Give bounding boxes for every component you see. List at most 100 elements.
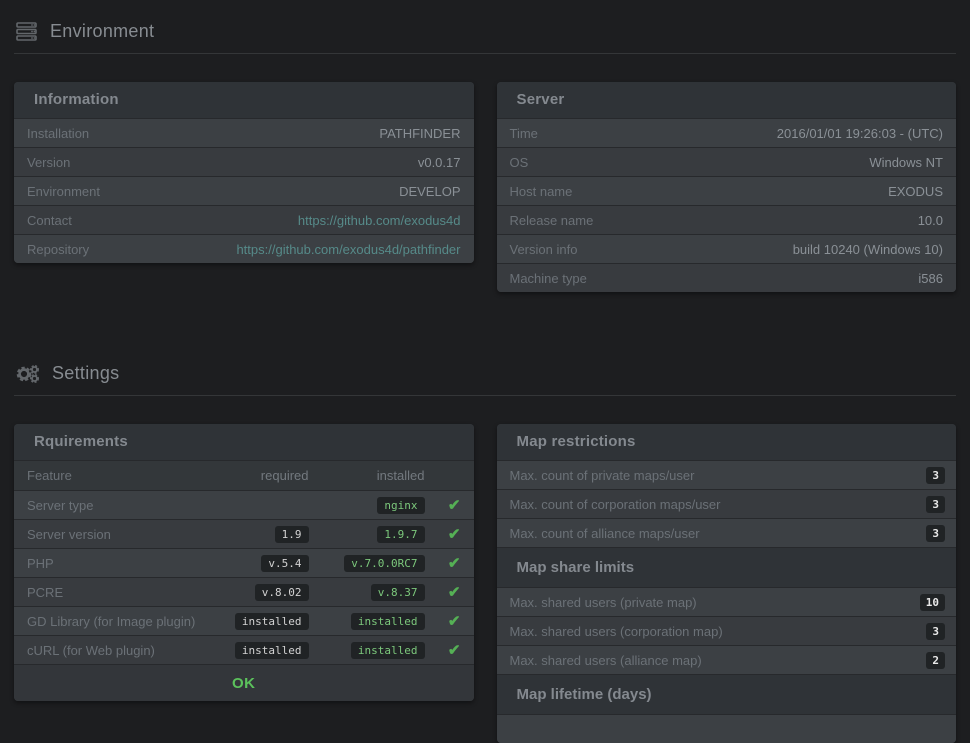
row-value: EXODUS [888,184,943,199]
setting-value-badge: 3 [926,525,945,542]
map-setting-row [497,714,957,743]
setting-value-badge: 3 [926,496,945,513]
feature-label: Server version [27,527,205,542]
required-value-badge: v.5.4 [261,555,308,572]
environment-panels: Information Installation PATHFINDER Vers… [14,82,956,292]
requirement-row: PHP v.5.4 v.7.0.0RC7 ✔ [14,548,474,577]
setting-label: Max. shared users (private map) [510,595,697,610]
row-label: Release name [510,213,594,228]
server-panel: Server Time 2016/01/01 19:26:03 - (UTC) … [497,82,957,292]
row-value: i586 [918,271,943,286]
installed-value-badge: nginx [377,497,424,514]
information-rows: Installation PATHFINDER Version v0.0.17 … [14,118,474,263]
info-row: Environment DEVELOP [14,176,474,205]
row-value-link[interactable]: https://github.com/exodus4d [298,213,461,228]
required-value-badge: 1.9 [275,526,309,543]
row-label: Version [27,155,70,170]
requirement-row: GD Library (for Image plugin) installed … [14,606,474,635]
check-icon: ✔ [448,584,461,601]
requirement-row: cURL (for Web plugin) installed installe… [14,635,474,664]
row-label: OS [510,155,529,170]
server-rows: Time 2016/01/01 19:26:03 - (UTC) OS Wind… [497,118,957,292]
row-value: 10.0 [918,213,943,228]
check-icon: ✔ [448,526,461,543]
information-panel-title: Information [14,82,474,118]
setting-value-badge: 3 [926,467,945,484]
info-row: Release name 10.0 [497,205,957,234]
info-row: Time 2016/01/01 19:26:03 - (UTC) [497,118,957,147]
requirement-row: Server type nginx ✔ [14,490,474,519]
map-setting-row: Max. shared users (private map) 10 [497,587,957,616]
environment-section-title: Environment [50,21,154,42]
setting-value-badge: 3 [926,623,945,640]
row-value-link[interactable]: https://github.com/exodus4d/pathfinder [236,242,460,257]
settings-section-header: Settings [14,342,956,396]
feature-label: PHP [27,556,205,571]
check-icon: ✔ [448,497,461,514]
info-row: Contact https://github.com/exodus4d [14,205,474,234]
setting-label: Max. count of alliance maps/user [510,526,700,541]
gears-icon [16,364,40,384]
requirements-panel: Rquirements Feature required installed S… [14,424,474,701]
map-subsection-title: Map lifetime (days) [497,674,957,714]
info-row: Version v0.0.17 [14,147,474,176]
check-icon: ✔ [448,555,461,572]
row-value: PATHFINDER [379,126,460,141]
check-icon: ✔ [448,642,461,659]
row-value: Windows NT [869,155,943,170]
installed-value-badge: v.8.37 [371,584,425,601]
info-row: OS Windows NT [497,147,957,176]
required-value-badge: v.8.02 [255,584,309,601]
requirements-rows: Server type nginx ✔ Server version 1.9 1… [14,490,474,664]
check-icon: ✔ [448,613,461,630]
map-restriction-rows: Max. count of private maps/user 3 Max. c… [497,460,957,743]
requirements-table-header: Feature required installed [14,460,474,490]
map-setting-row: Max. shared users (alliance map) 2 [497,645,957,674]
setting-label: Max. count of corporation maps/user [510,497,721,512]
setting-label: Max. shared users (corporation map) [510,624,723,639]
row-value: build 10240 (Windows 10) [793,242,943,257]
row-label: Repository [27,242,89,257]
installed-value-badge: installed [351,642,425,659]
installed-value-badge: installed [351,613,425,630]
server-stack-icon [16,22,38,41]
feature-label: Server type [27,498,205,513]
setting-value-badge: 10 [920,594,945,611]
requirement-row: PCRE v.8.02 v.8.37 ✔ [14,577,474,606]
feature-label: GD Library (for Image plugin) [27,614,205,629]
required-value-badge: installed [235,613,309,630]
environment-section-header: Environment [14,0,956,54]
info-row: Repository https://github.com/exodus4d/p… [14,234,474,263]
requirements-footer: OK [14,664,474,701]
feature-label: PCRE [27,585,205,600]
setting-label: Max. shared users (alliance map) [510,653,702,668]
map-setting-row: Max. count of alliance maps/user 3 [497,518,957,547]
server-panel-title: Server [497,82,957,118]
required-value-badge: installed [235,642,309,659]
setting-value-badge: 2 [926,652,945,669]
map-restrictions-panel-title: Map restrictions [497,424,957,460]
row-label: Environment [27,184,100,199]
feature-label: cURL (for Web plugin) [27,643,205,658]
column-header-feature: Feature [27,468,205,483]
row-value: DEVELOP [399,184,460,199]
requirements-status-ok: OK [232,675,256,692]
column-header-installed: installed [309,468,425,483]
installed-value-badge: 1.9.7 [377,526,424,543]
map-subsection-title: Map share limits [497,547,957,587]
requirements-panel-title: Rquirements [14,424,474,460]
settings-panels: Rquirements Feature required installed S… [14,424,956,743]
row-label: Machine type [510,271,587,286]
row-label: Time [510,126,538,141]
info-row: Installation PATHFINDER [14,118,474,147]
info-row: Machine type i586 [497,263,957,292]
info-row: Version info build 10240 (Windows 10) [497,234,957,263]
map-restrictions-panel: Map restrictions Max. count of private m… [497,424,957,743]
row-label: Version info [510,242,578,257]
row-label: Host name [510,184,573,199]
row-value: v0.0.17 [418,155,461,170]
row-label: Contact [27,213,72,228]
settings-section-title: Settings [52,363,119,384]
row-label: Installation [27,126,89,141]
requirement-row: Server version 1.9 1.9.7 ✔ [14,519,474,548]
